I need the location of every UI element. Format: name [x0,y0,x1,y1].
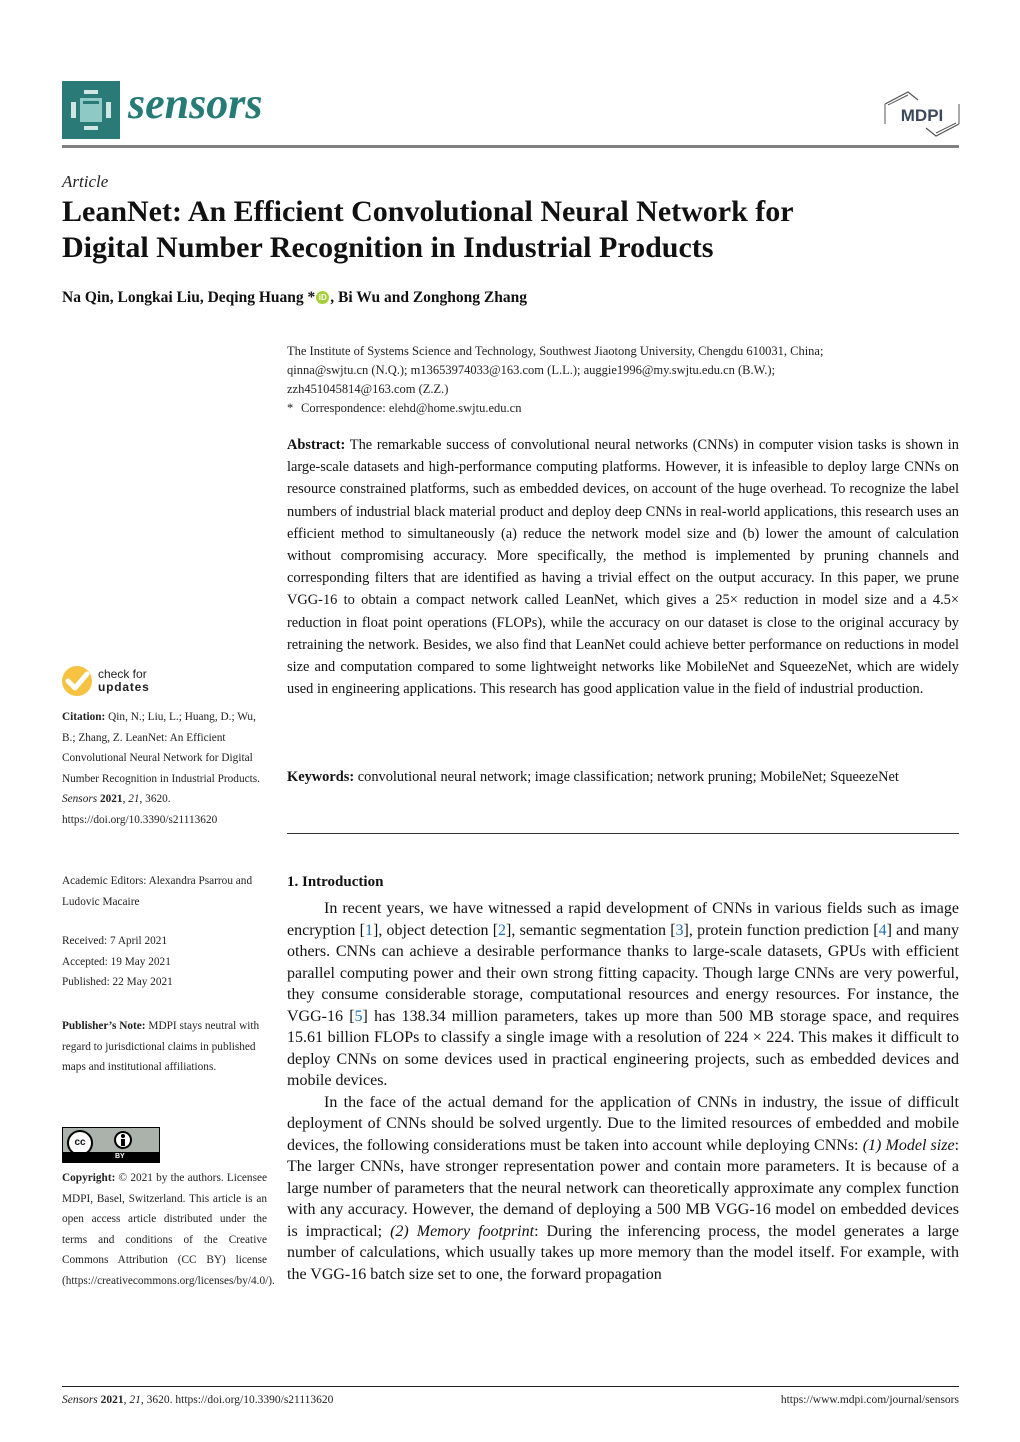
footer-citation: Sensors 2021, 21, 3620. https://doi.org/… [62,1394,333,1406]
abstract: Abstract: The remarkable success of conv… [287,434,959,700]
correspondence-star: * [287,401,294,415]
chip-pins-right [106,102,111,118]
citation-link-5[interactable]: 5 [355,1008,363,1025]
affiliation-line-2: qinna@swjtu.cn (N.Q.); m13653974033@163.… [287,363,776,377]
chip-bar [83,101,99,104]
check-for-updates-button[interactable]: check for updates [62,666,172,698]
journal-logo-icon [62,81,120,139]
dates: Received: 7 April 2021 Accepted: 19 May … [62,931,267,993]
text-run: ], object detection [ [372,921,499,939]
publisher-note-label: Publisher’s Note: [62,1020,146,1032]
abstract-label: Abstract: [287,437,346,453]
cc-badge-band [63,1152,159,1162]
publisher-note: Publisher’s Note: MDPI stays neutral wit… [62,1016,267,1078]
footer-journal-url[interactable]: https://www.mdpi.com/journal/sensors [781,1394,959,1406]
keywords-rule [287,833,959,834]
keywords: Keywords: convolutional neural network; … [287,766,959,788]
article-title: LeanNet: An Efficient Convolutional Neur… [62,194,962,266]
chip-pins-bottom [84,126,98,130]
citation-volume: 21 [128,793,140,805]
citation-label: Citation: [62,711,106,723]
emphasis-model-size: (1) Model size [862,1136,955,1154]
keywords-text: convolutional neural network; image clas… [354,769,899,785]
citation-link-1[interactable]: 1 [365,922,373,939]
authors-part-2: , Bi Wu and Zonghong Zhang [330,289,527,306]
text-run: In the face of the actual demand for the… [287,1093,959,1154]
footer-rule [62,1386,959,1387]
copyright-text: © 2021 by the authors. Licensee MDPI, Ba… [62,1172,275,1287]
attribution-person-icon [114,1131,132,1149]
footer-year: 2021 [97,1394,124,1406]
header-rule [62,145,959,148]
journal-name: sensors [128,79,263,128]
published-date: Published: 22 May 2021 [62,976,173,988]
copyright: Copyright: © 2021 by the authors. Licens… [62,1168,275,1291]
footer-doi[interactable]: , 3620. https://doi.org/10.3390/s2111362… [141,1394,334,1406]
abstract-text: The remarkable success of convolutional … [287,437,959,698]
mdpi-logo-text: MDPI [901,106,944,125]
title-line-1: LeanNet: An Efficient Convolutional Neur… [62,195,794,228]
mdpi-logo-svg: MDPI [884,91,960,137]
citation-link-3[interactable]: 3 [676,922,684,939]
chip-pins-top [84,90,98,94]
text-run: ], protein function prediction [ [683,921,879,939]
intro-paragraph-2: In the face of the actual demand for the… [287,1092,959,1286]
checkmark-icon [65,671,90,691]
correspondence: * Correspondence: elehd@home.swjtu.edu.cn [287,399,967,418]
citation-link-4[interactable]: 4 [879,922,887,939]
text-run: ] has 138.34 million parameters, takes u… [287,1007,959,1090]
correspondence-text: Correspondence: elehd@home.swjtu.edu.cn [301,401,522,415]
copyright-label: Copyright: [62,1172,116,1184]
received-date: Received: 7 April 2021 [62,935,168,947]
citation: Citation: Qin, N.; Liu, L.; Huang, D.; W… [62,707,267,830]
title-line-2: Digital Number Recognition in Industrial… [62,231,714,264]
introduction-body: In recent years, we have witnessed a rap… [287,898,959,1285]
intro-paragraph-1: In recent years, we have witnessed a rap… [287,898,959,1092]
authors-part-1: Na Qin, Longkai Liu, Deqing Huang * [62,289,316,306]
citation-year: 2021 [97,793,123,805]
accepted-date: Accepted: 19 May 2021 [62,955,171,968]
affiliation-line-3: zzh451045814@163.com (Z.Z.) [287,382,449,396]
citation-journal: Sensors [62,793,98,805]
academic-editors: Academic Editors: Alexandra Psarrou and … [62,875,253,908]
citation-link-2[interactable]: 2 [498,922,506,939]
affiliation-line-1: The Institute of Systems Science and Tec… [287,344,824,358]
footer-journal: Sensors [62,1394,98,1406]
author-list: Na Qin, Longkai Liu, Deqing Huang * iD, B… [62,289,527,307]
cc-by-license-icon[interactable]: cc BY [62,1127,160,1163]
keywords-label: Keywords: [287,769,355,785]
affiliations: The Institute of Systems Science and Tec… [287,342,967,418]
updates-text: updates [98,680,150,694]
orcid-icon[interactable]: iD [316,291,330,304]
chip-pins-left [71,102,76,118]
by-label: BY [115,1153,125,1160]
check-for-updates-icon [62,666,92,696]
section-heading-introduction: 1. Introduction [287,874,384,890]
text-run: ], semantic segmentation [ [506,921,676,939]
emphasis-memory-footprint: (2) Memory footprint [390,1222,535,1240]
mdpi-logo-icon[interactable]: MDPI [882,90,962,138]
footer-volume: 21 [129,1394,141,1406]
article-type: Article [62,172,109,191]
